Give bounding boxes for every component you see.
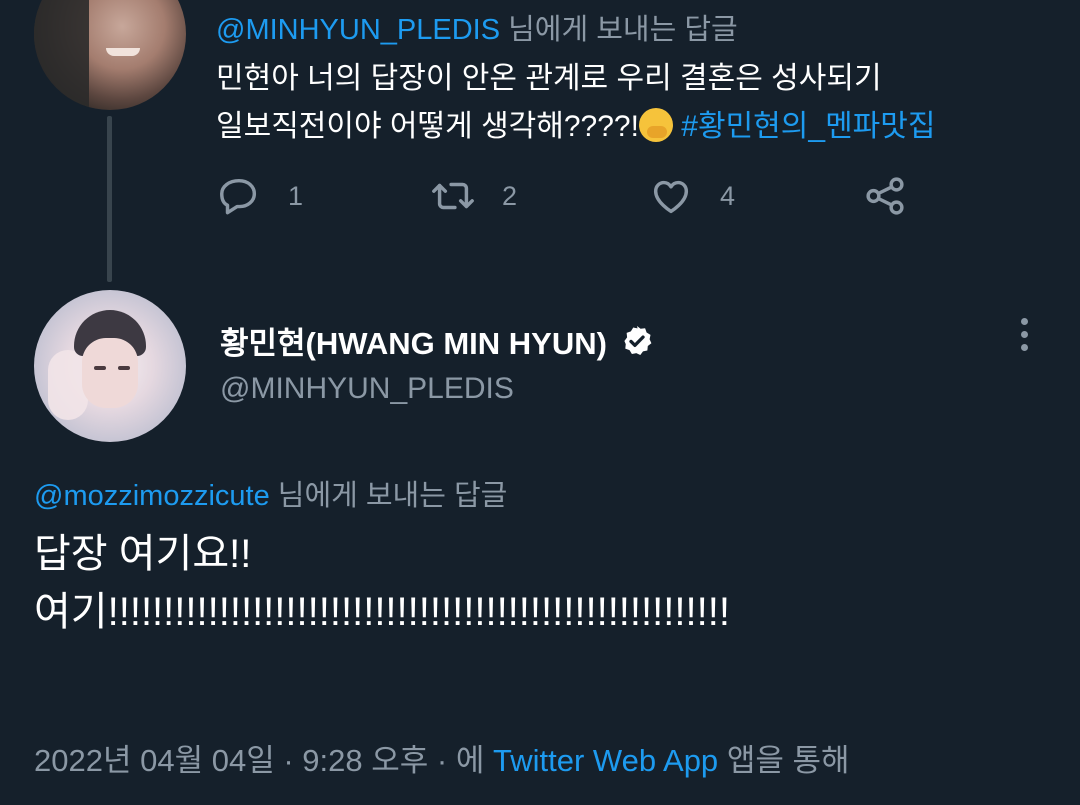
more-dots-icon <box>1020 318 1028 325</box>
reply-button[interactable]: 1 <box>216 173 303 219</box>
share-button[interactable] <box>862 173 908 219</box>
face-with-hand-over-mouth-icon <box>638 108 673 142</box>
user-handle[interactable]: @MINHYUN_PLEDIS <box>220 372 514 406</box>
main-tweet-text: 답장 여기요!! 여기!!!!!!!!!!!!!!!!!!!!!!!!!!!!!… <box>34 525 1054 641</box>
meta-separator: · <box>283 743 294 778</box>
retweet-count: 2 <box>502 180 518 211</box>
tweet-date[interactable]: 2022년 04월 04일 <box>34 743 275 778</box>
parent-reply-suffix: 님에게 보내는 답글 <box>508 14 738 46</box>
parent-text-line2: 일보직전이야 어떻게 생각해????! <box>216 110 639 143</box>
more-options-button[interactable] <box>1012 318 1036 354</box>
display-name[interactable]: 황민현(HWANG MIN HYUN) <box>220 318 607 363</box>
main-avatar[interactable] <box>34 290 186 442</box>
retweet-icon <box>432 182 474 210</box>
display-name-row[interactable]: 황민현(HWANG MIN HYUN) <box>220 318 655 363</box>
parent-reply-handle-link[interactable]: @MINHYUN_PLEDIS <box>216 14 500 46</box>
meta-separator: · <box>436 743 448 778</box>
client-link[interactable]: Twitter Web App <box>493 743 718 778</box>
heart-icon <box>653 180 689 214</box>
retweet-button[interactable]: 2 <box>430 173 517 219</box>
main-reply-handle-link[interactable]: @mozzimozzicute <box>34 480 270 512</box>
main-text-line2: 여기!!!!!!!!!!!!!!!!!!!!!!!!!!!!!!!!!!!!!!… <box>34 590 730 634</box>
like-count: 4 <box>720 180 736 211</box>
main-text-line1: 답장 여기요!! <box>34 532 252 576</box>
tweet-meta: 2022년 04월 04일 · 9:28 오후 · 에 Twitter Web … <box>34 735 850 780</box>
reply-count: 1 <box>288 180 304 211</box>
main-replying-to: @mozzimozzicute 님에게 보내는 답글 <box>34 472 507 514</box>
tweet-time[interactable]: 9:28 오후 <box>302 743 428 778</box>
share-icon <box>866 177 904 215</box>
parent-text-line1: 민현아 너의 답장이 안온 관계로 우리 결혼은 성사되기 <box>216 62 882 95</box>
reply-icon <box>220 178 257 215</box>
main-reply-suffix: 님에게 보내는 답글 <box>277 480 508 512</box>
via-suffix: 앱을 통해 <box>726 743 850 778</box>
parent-avatar[interactable] <box>34 0 186 110</box>
parent-tweet-text: 민현아 너의 답장이 안온 관계로 우리 결혼은 성사되기 일보직전이야 어떻게… <box>216 55 1056 151</box>
like-button[interactable]: 4 <box>648 173 735 219</box>
thread-connector-line <box>107 116 112 282</box>
verified-badge-icon <box>624 325 652 355</box>
parent-hashtag-link[interactable]: #황민현의_멘파맛집 <box>681 110 935 143</box>
via-prefix: 에 <box>455 743 485 778</box>
parent-replying-to: @MINHYUN_PLEDIS 님에게 보내는 답글 <box>216 6 738 48</box>
